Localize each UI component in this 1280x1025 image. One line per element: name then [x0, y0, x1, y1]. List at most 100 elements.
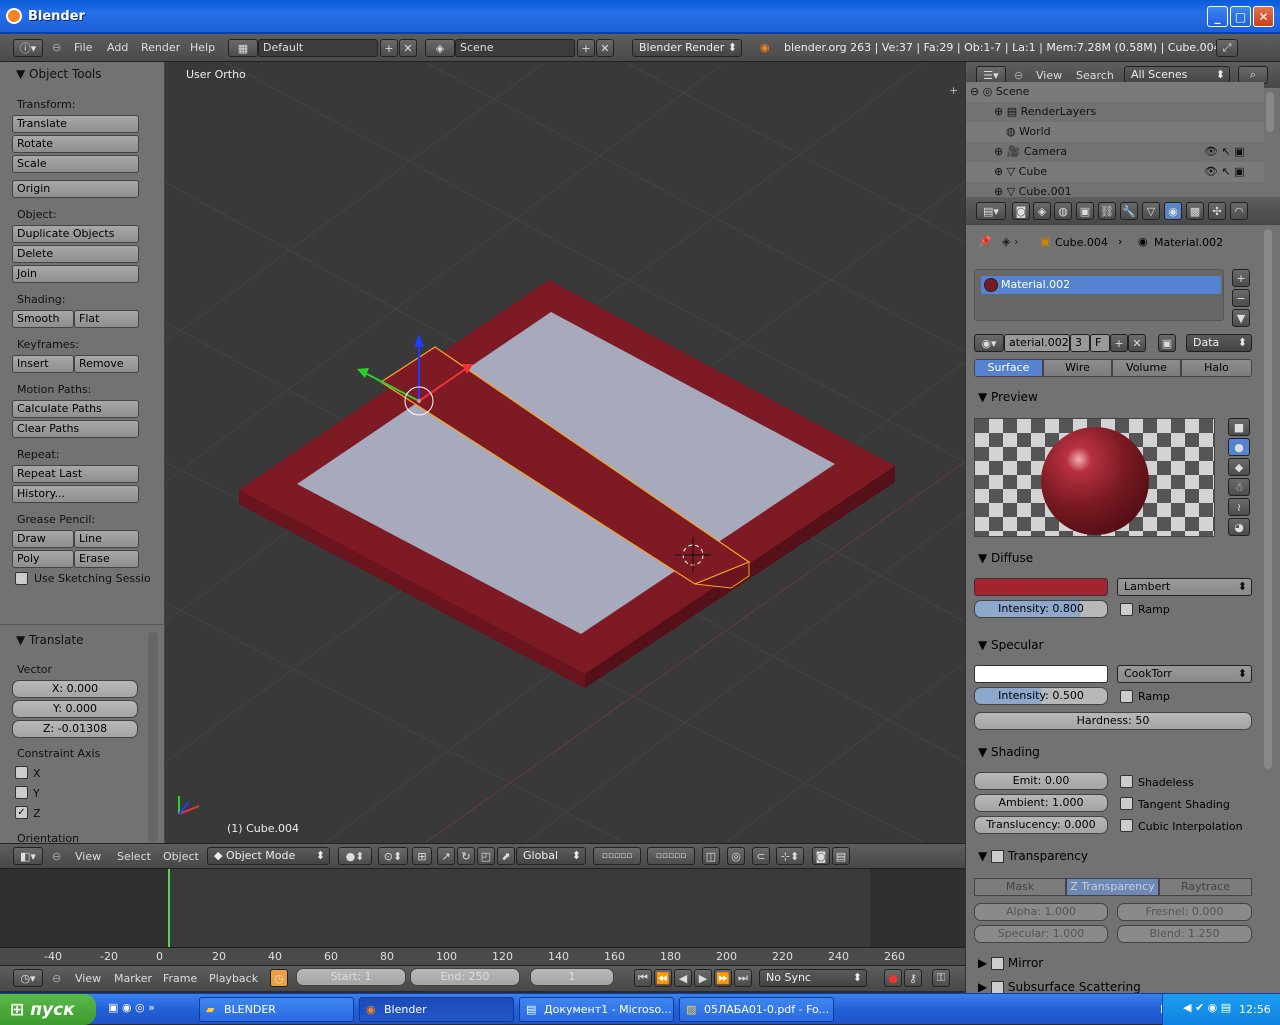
- specular-intensity-slider[interactable]: Intensity: 0.500: [974, 687, 1108, 705]
- translucency-field[interactable]: Translucency: 0.000: [974, 816, 1108, 834]
- tab-volume[interactable]: Volume: [1112, 359, 1181, 377]
- 3d-viewport[interactable]: User Ortho (1) Cube.004 +: [165, 62, 965, 843]
- render-animation-icon[interactable]: ▤: [832, 847, 850, 865]
- menu-marker[interactable]: Marker: [114, 970, 152, 988]
- material-slot-row[interactable]: Material.002: [981, 276, 1221, 294]
- tab-mask[interactable]: Mask: [974, 878, 1066, 896]
- menu-select[interactable]: Select: [117, 848, 151, 866]
- render-engine-dropdown[interactable]: Blender Render ⬍: [632, 39, 742, 57]
- menu-view-timeline[interactable]: View: [75, 970, 101, 988]
- vector-y-field[interactable]: Y: 0.000: [12, 700, 138, 718]
- tangent-shading-checkbox[interactable]: [1120, 797, 1133, 810]
- data-tab-icon[interactable]: ▽: [1142, 202, 1160, 220]
- scene-icon[interactable]: ◈: [425, 39, 455, 57]
- translate-button[interactable]: Translate: [12, 115, 139, 133]
- material-name-field[interactable]: aterial.002: [1004, 334, 1070, 352]
- fake-user-toggle[interactable]: F: [1090, 334, 1110, 352]
- preview-monkey-icon[interactable]: ☃: [1228, 478, 1250, 496]
- join-button[interactable]: Join: [12, 265, 139, 283]
- preview-flat-icon[interactable]: ■: [1228, 418, 1250, 436]
- blend-field[interactable]: Blend: 1.250: [1117, 925, 1252, 943]
- mode-dropdown[interactable]: ◆ Object Mode ⬍: [207, 847, 330, 865]
- pin-icon[interactable]: 📌: [978, 235, 992, 248]
- material-users-count[interactable]: 3: [1070, 334, 1090, 352]
- task-blender-folder[interactable]: ▰ BLENDER: [199, 997, 354, 1022]
- diffuse-panel-header[interactable]: ▼ Diffuse: [978, 551, 1033, 565]
- next-keyframe-icon[interactable]: ⏩: [714, 969, 732, 987]
- collapse-menu-icon[interactable]: ⊖: [52, 39, 61, 57]
- diffuse-color-swatch[interactable]: [974, 578, 1108, 596]
- material-tab-icon[interactable]: ◉: [1164, 202, 1182, 220]
- repeat-last-button[interactable]: Repeat Last: [12, 465, 139, 483]
- end-frame-field[interactable]: End: 250: [410, 968, 520, 986]
- visibility-eye-icon[interactable]: 👁 ↖ ▣: [1204, 142, 1245, 162]
- add-layout-icon[interactable]: +: [380, 39, 398, 57]
- specular-color-swatch[interactable]: [974, 665, 1108, 683]
- transparency-panel-header[interactable]: ▼ Transparency: [978, 849, 1088, 863]
- hardness-field[interactable]: Hardness: 50: [974, 712, 1252, 730]
- shading-panel-header[interactable]: ▼ Shading: [978, 745, 1040, 759]
- new-material-icon[interactable]: +: [1110, 334, 1128, 352]
- physics-tab-icon[interactable]: ◠: [1230, 202, 1248, 220]
- properties-scrollbar[interactable]: [1264, 229, 1272, 769]
- constraint-x-checkbox[interactable]: [15, 766, 28, 779]
- preview-sphere-icon[interactable]: ●: [1228, 438, 1250, 456]
- trans-specular-field[interactable]: Specular: 1.000: [974, 925, 1108, 943]
- render-tab-icon[interactable]: ◙: [1012, 202, 1030, 220]
- keyframe-insert-icon[interactable]: ⚿: [932, 969, 950, 987]
- outliner-item-world[interactable]: ◍ World: [966, 122, 1264, 142]
- fullscreen-icon[interactable]: ⤢: [1216, 39, 1238, 57]
- timeline-ruler[interactable]: -40 -20 0 20 40 60 80 100 120 140 160 180 200 220 240 2…: [0, 947, 965, 965]
- menu-render[interactable]: Render: [141, 39, 180, 57]
- specular-ramp-checkbox[interactable]: [1120, 690, 1133, 703]
- menu-object[interactable]: Object: [163, 848, 199, 866]
- collapse-menu-icon-2[interactable]: ⊖: [52, 848, 61, 866]
- shadeless-checkbox[interactable]: [1120, 775, 1133, 788]
- jump-end-icon[interactable]: ⏭: [734, 969, 752, 987]
- minimize-button[interactable]: _: [1207, 6, 1228, 27]
- preview-cube-icon[interactable]: ◆: [1228, 458, 1250, 476]
- scene-field[interactable]: Scene: [455, 39, 575, 57]
- pivot-point-icon[interactable]: ⊙⬍: [378, 847, 408, 865]
- delete-button[interactable]: Delete: [12, 245, 139, 263]
- menu-frame[interactable]: Frame: [163, 970, 197, 988]
- history-button[interactable]: History...: [12, 485, 139, 503]
- viewport-shading-icon[interactable]: ●⬍: [338, 847, 372, 865]
- duplicate-objects-button[interactable]: Duplicate Objects: [12, 225, 139, 243]
- constraint-y-checkbox[interactable]: [15, 786, 28, 799]
- object-tools-header[interactable]: ▼ Object Tools: [0, 67, 102, 81]
- smooth-button[interactable]: Smooth: [12, 310, 74, 328]
- manipulator-mode-icon[interactable]: ⬈: [497, 847, 515, 865]
- maximize-button[interactable]: □: [1230, 6, 1251, 27]
- editor-type-3dview-icon[interactable]: ◧▾: [13, 847, 43, 865]
- layers-icon-2[interactable]: ▫▫▫▫▫: [647, 847, 695, 865]
- tool-shelf-scrollbar[interactable]: [148, 632, 158, 842]
- outliner-item-renderlayers[interactable]: ⊕ ▤ RenderLayers: [966, 102, 1264, 122]
- particles-tab-icon[interactable]: ✣: [1208, 202, 1226, 220]
- play-icon[interactable]: ▶: [694, 969, 712, 987]
- scale-manipulator-icon[interactable]: ◰: [477, 847, 495, 865]
- proportional-edit-icon[interactable]: ◎: [727, 847, 745, 865]
- snap-element-icon[interactable]: ⊹⬍: [776, 847, 804, 865]
- specular-panel-header[interactable]: ▼ Specular: [978, 638, 1044, 652]
- mirror-checkbox[interactable]: [991, 957, 1005, 970]
- translate-operator-header[interactable]: ▼ Translate: [0, 633, 84, 647]
- snap-icon[interactable]: ⊂: [752, 847, 770, 865]
- viewport-expand-icon[interactable]: +: [949, 84, 958, 97]
- link-dropdown[interactable]: Data ⬍: [1186, 334, 1252, 352]
- render-icon[interactable]: ◙: [812, 847, 830, 865]
- preview-panel-header[interactable]: ▼ Preview: [978, 390, 1038, 404]
- diffuse-intensity-slider[interactable]: Intensity: 0.800: [974, 600, 1108, 618]
- specular-shader-dropdown[interactable]: CookTorr ⬍: [1117, 665, 1252, 683]
- remove-keyframe-button[interactable]: Remove: [74, 355, 139, 373]
- vector-x-field[interactable]: X: 0.000: [12, 680, 138, 698]
- quicklaunch-icons[interactable]: ▣ ◉ ◎ »: [108, 1001, 155, 1014]
- task-pdf-reader[interactable]: ▨ 05ЛАБА01-0.pdf - Fo...: [679, 997, 834, 1022]
- sync-dropdown[interactable]: No Sync ⬍: [759, 969, 867, 987]
- menu-help[interactable]: Help: [190, 39, 215, 57]
- lock-layers-icon[interactable]: ◫: [702, 847, 720, 865]
- menu-file[interactable]: File: [74, 39, 92, 57]
- add-slot-icon[interactable]: +: [1232, 269, 1250, 287]
- constraint-z-checkbox[interactable]: ✓: [15, 806, 28, 819]
- layout-field[interactable]: Default: [258, 39, 378, 57]
